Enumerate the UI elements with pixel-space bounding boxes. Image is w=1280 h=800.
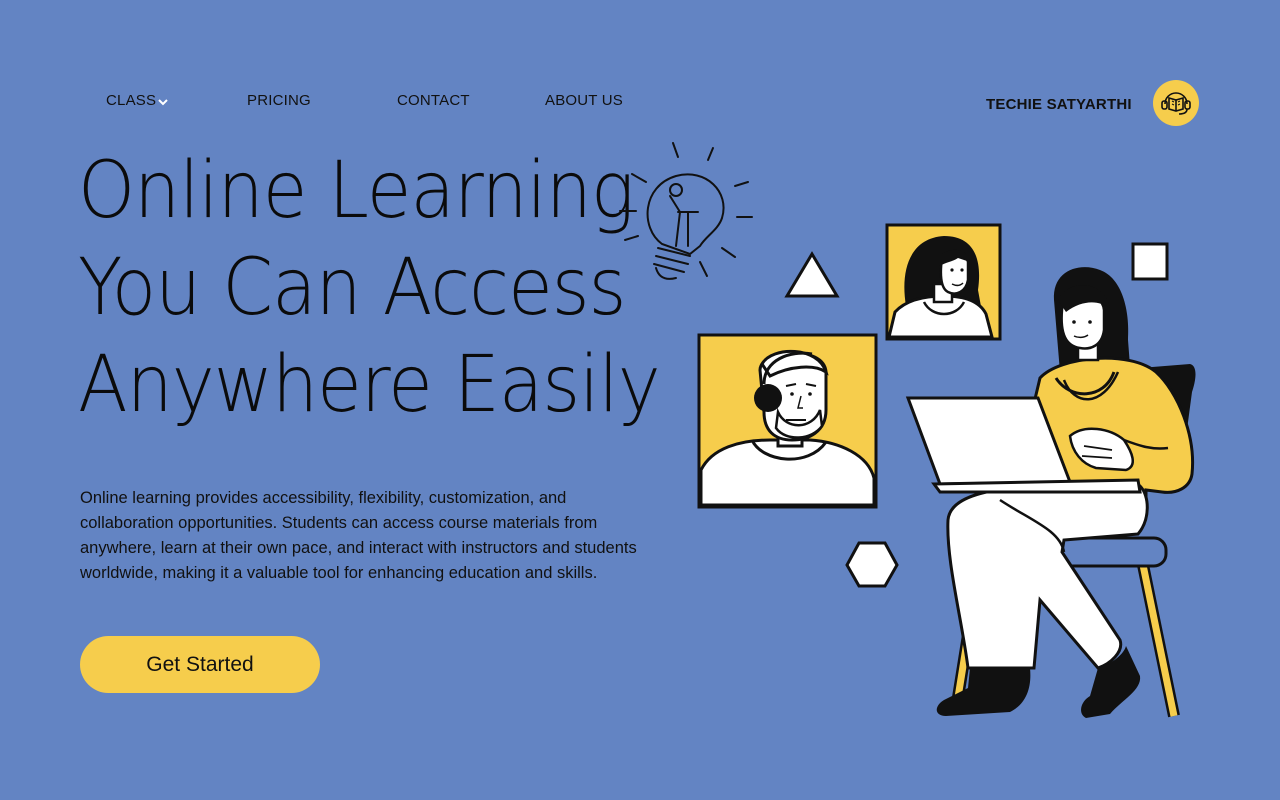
hexagon-icon — [845, 541, 899, 588]
triangle-icon — [784, 251, 840, 298]
lightbulb-icon — [619, 142, 753, 280]
woman-avatar-icon — [885, 223, 1002, 341]
square-icon — [1131, 242, 1169, 281]
man-avatar-icon — [697, 333, 878, 509]
hero-illustration — [619, 142, 1196, 718]
